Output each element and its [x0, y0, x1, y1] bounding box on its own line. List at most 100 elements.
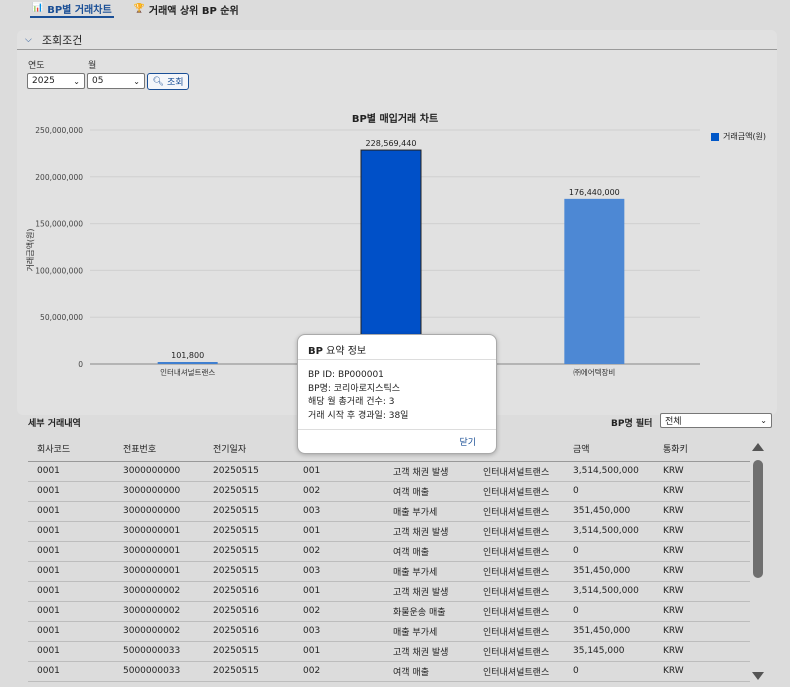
table-row[interactable]: 0001 3000000002 20250516 002 화물운송 매출 인터내셔널트랜스…	[28, 601, 750, 622]
legend-label: 거래금액(원)	[723, 132, 767, 141]
scroll-down-arrow[interactable]	[752, 672, 764, 680]
table-cell: 3000000001	[114, 541, 204, 562]
table-cell: KRW	[654, 481, 750, 502]
table-row[interactable]: 0001 5000000033 20250515 001 고객 채권 발생 인터내셔널트랜…	[28, 641, 750, 662]
table-cell: 0001	[28, 541, 114, 562]
modal-title-bold: BP	[308, 346, 323, 357]
column-header[interactable]: 통화키	[654, 437, 750, 462]
table-cell: 002	[294, 601, 384, 622]
modal-line: 해당 월 총거래 건수: 3	[308, 397, 395, 407]
table-cell: 20250515	[204, 501, 294, 522]
table-cell: KRW	[654, 641, 750, 662]
table-cell: 0	[564, 481, 654, 502]
y-tick-label: 200,000,000	[35, 173, 83, 182]
detail-table: 회사코드 전표번호 전기일자 금액 통화키 0001 3000000000 20250515…	[28, 437, 750, 687]
column-header[interactable]: 금액	[564, 437, 654, 462]
table-cell: 3,514,500,000	[564, 521, 654, 542]
table-cell: 35,145,000	[564, 641, 654, 662]
table-row[interactable]: 0001 3000000002 20250516 003 매출 부가세 인터내셔널트랜스 3…	[28, 621, 750, 642]
tab-bar: 📊 BP별 거래차트 🏆 거래액 상위 BP 순위	[0, 0, 790, 18]
chevron-down-icon: ⌄	[133, 76, 140, 86]
bar[interactable]	[157, 362, 218, 364]
modal-body: BP ID: BP000001 BP명: 코리아로지스틱스 해당 월 총거래 건…	[298, 360, 496, 432]
table-row[interactable]: 0001 3000000002 20250516 001 고객 채권 발생 인터내셔널트랜…	[28, 581, 750, 602]
table-cell: 3000000000	[114, 481, 204, 502]
search-conditions-header[interactable]: ⌵ 조회조건	[17, 30, 777, 50]
y-tick-label: 100,000,000	[35, 266, 83, 275]
table-row[interactable]: 0001 3000000001 20250515 003 매출 부가세 인터내셔널트랜스 3…	[28, 561, 750, 582]
table-cell: 20250515	[204, 661, 294, 682]
column-header[interactable]: 전기일자	[204, 437, 294, 462]
table-cell: KRW	[654, 581, 750, 602]
table-cell: 화물운송 매출	[384, 601, 474, 622]
chevron-down-icon: ⌵	[25, 34, 32, 45]
table-cell: 351,450,000	[564, 621, 654, 642]
table-cell: 매출 부가세	[384, 561, 474, 582]
bp-filter-select[interactable]: 전체 ⌄	[660, 413, 772, 428]
table-cell: 인터내셔널트랜스	[474, 461, 564, 482]
conditions-title: 조회조건	[41, 33, 83, 47]
table-cell: 20250515	[204, 561, 294, 582]
table-cell: 인터내셔널트랜스	[474, 521, 564, 542]
table-cell: 0	[564, 541, 654, 562]
table-cell: 351,450,000	[564, 501, 654, 522]
table-cell: 5000000033	[114, 661, 204, 682]
table-cell: 고객 채권 발생	[384, 641, 474, 662]
modal-title-rest: 요약 정보	[322, 346, 367, 357]
year-value: 2025	[32, 76, 55, 86]
table-cell: 3,514,500,000	[564, 581, 654, 602]
table-cell: 002	[294, 661, 384, 682]
table-cell: 여객 매출	[384, 481, 474, 502]
table-cell: 20250515	[204, 521, 294, 542]
bar[interactable]	[360, 149, 422, 365]
table-row[interactable]: 0001 3000000001 20250515 001 고객 채권 발생 인터내셔널트랜…	[28, 521, 750, 542]
x-tick-label: ㈜에어텍장비	[573, 367, 615, 377]
chart-legend: 거래금액(원)	[711, 131, 766, 142]
table-cell: 인터내셔널트랜스	[474, 661, 564, 682]
table-cell: 3,514,500,000	[564, 461, 654, 482]
year-label: 연도	[28, 61, 45, 71]
y-tick-label: 250,000,000	[35, 126, 83, 135]
tab-label: BP별 거래차트	[47, 4, 112, 16]
table-cell: 0001	[28, 501, 114, 522]
table-cell: 3000000001	[114, 521, 204, 542]
table-cell: 인터내셔널트랜스	[474, 601, 564, 622]
table-cell: KRW	[654, 541, 750, 562]
bar-value-label: 176,440,000	[569, 188, 620, 197]
table-row[interactable]: 0001 3000000001 20250515 002 여객 매출 인터내셔널트랜스 0 K…	[28, 541, 750, 562]
table-cell: 여객 매출	[384, 661, 474, 682]
table-cell: 인터내셔널트랜스	[474, 501, 564, 522]
table-row[interactable]: 0001 3000000000 20250515 003 매출 부가세 인터내셔널트랜스 3…	[28, 501, 750, 522]
table-row[interactable]: 0001 5000000033 20250515 002 여객 매출 인터내셔널트랜스 0 K…	[28, 661, 750, 682]
table-cell: 20250515	[204, 541, 294, 562]
table-cell: 003	[294, 621, 384, 642]
column-header[interactable]: 전표번호	[114, 437, 204, 462]
table-cell: 003	[294, 561, 384, 582]
scroll-up-arrow[interactable]	[752, 443, 764, 451]
tab-top-bp-ranking[interactable]: 🏆 거래액 상위 BP 순위	[132, 0, 241, 18]
table-row[interactable]: 0001 3000000000 20250515 001 고객 채권 발생 인터내셔널트랜…	[28, 461, 750, 482]
modal-line: BP명: 코리아로지스틱스	[308, 383, 401, 394]
close-button[interactable]: 닫기	[459, 435, 476, 448]
legend-swatch	[711, 132, 719, 141]
tab-bp-chart[interactable]: 📊 BP별 거래차트	[30, 0, 114, 18]
modal-title: BP 요약 정보	[298, 335, 496, 360]
table-cell: 인터내셔널트랜스	[474, 621, 564, 642]
table-cell: KRW	[654, 561, 750, 582]
table-row[interactable]: 0001 3000000000 20250515 002 여객 매출 인터내셔널트랜스 0 K…	[28, 481, 750, 502]
month-select[interactable]: 05 ⌄	[87, 73, 145, 89]
scrollbar-thumb[interactable]	[753, 460, 763, 578]
column-header[interactable]: 회사코드	[28, 437, 114, 462]
bar[interactable]	[564, 198, 625, 364]
table-cell: 20250515	[204, 641, 294, 662]
table-cell: 002	[294, 541, 384, 562]
table-cell: 0001	[28, 581, 114, 602]
search-button[interactable]: 🔍︎ 조회	[147, 73, 189, 90]
year-select[interactable]: 2025 ⌄	[27, 73, 85, 89]
table-cell: 0001	[28, 601, 114, 622]
table-cell: 0001	[28, 461, 114, 482]
table-cell: 고객 채권 발생	[384, 581, 474, 602]
trophy-icon: 🏆	[133, 4, 145, 14]
table-cell: 고객 채권 발생	[384, 461, 474, 482]
table-cell: KRW	[654, 621, 750, 642]
